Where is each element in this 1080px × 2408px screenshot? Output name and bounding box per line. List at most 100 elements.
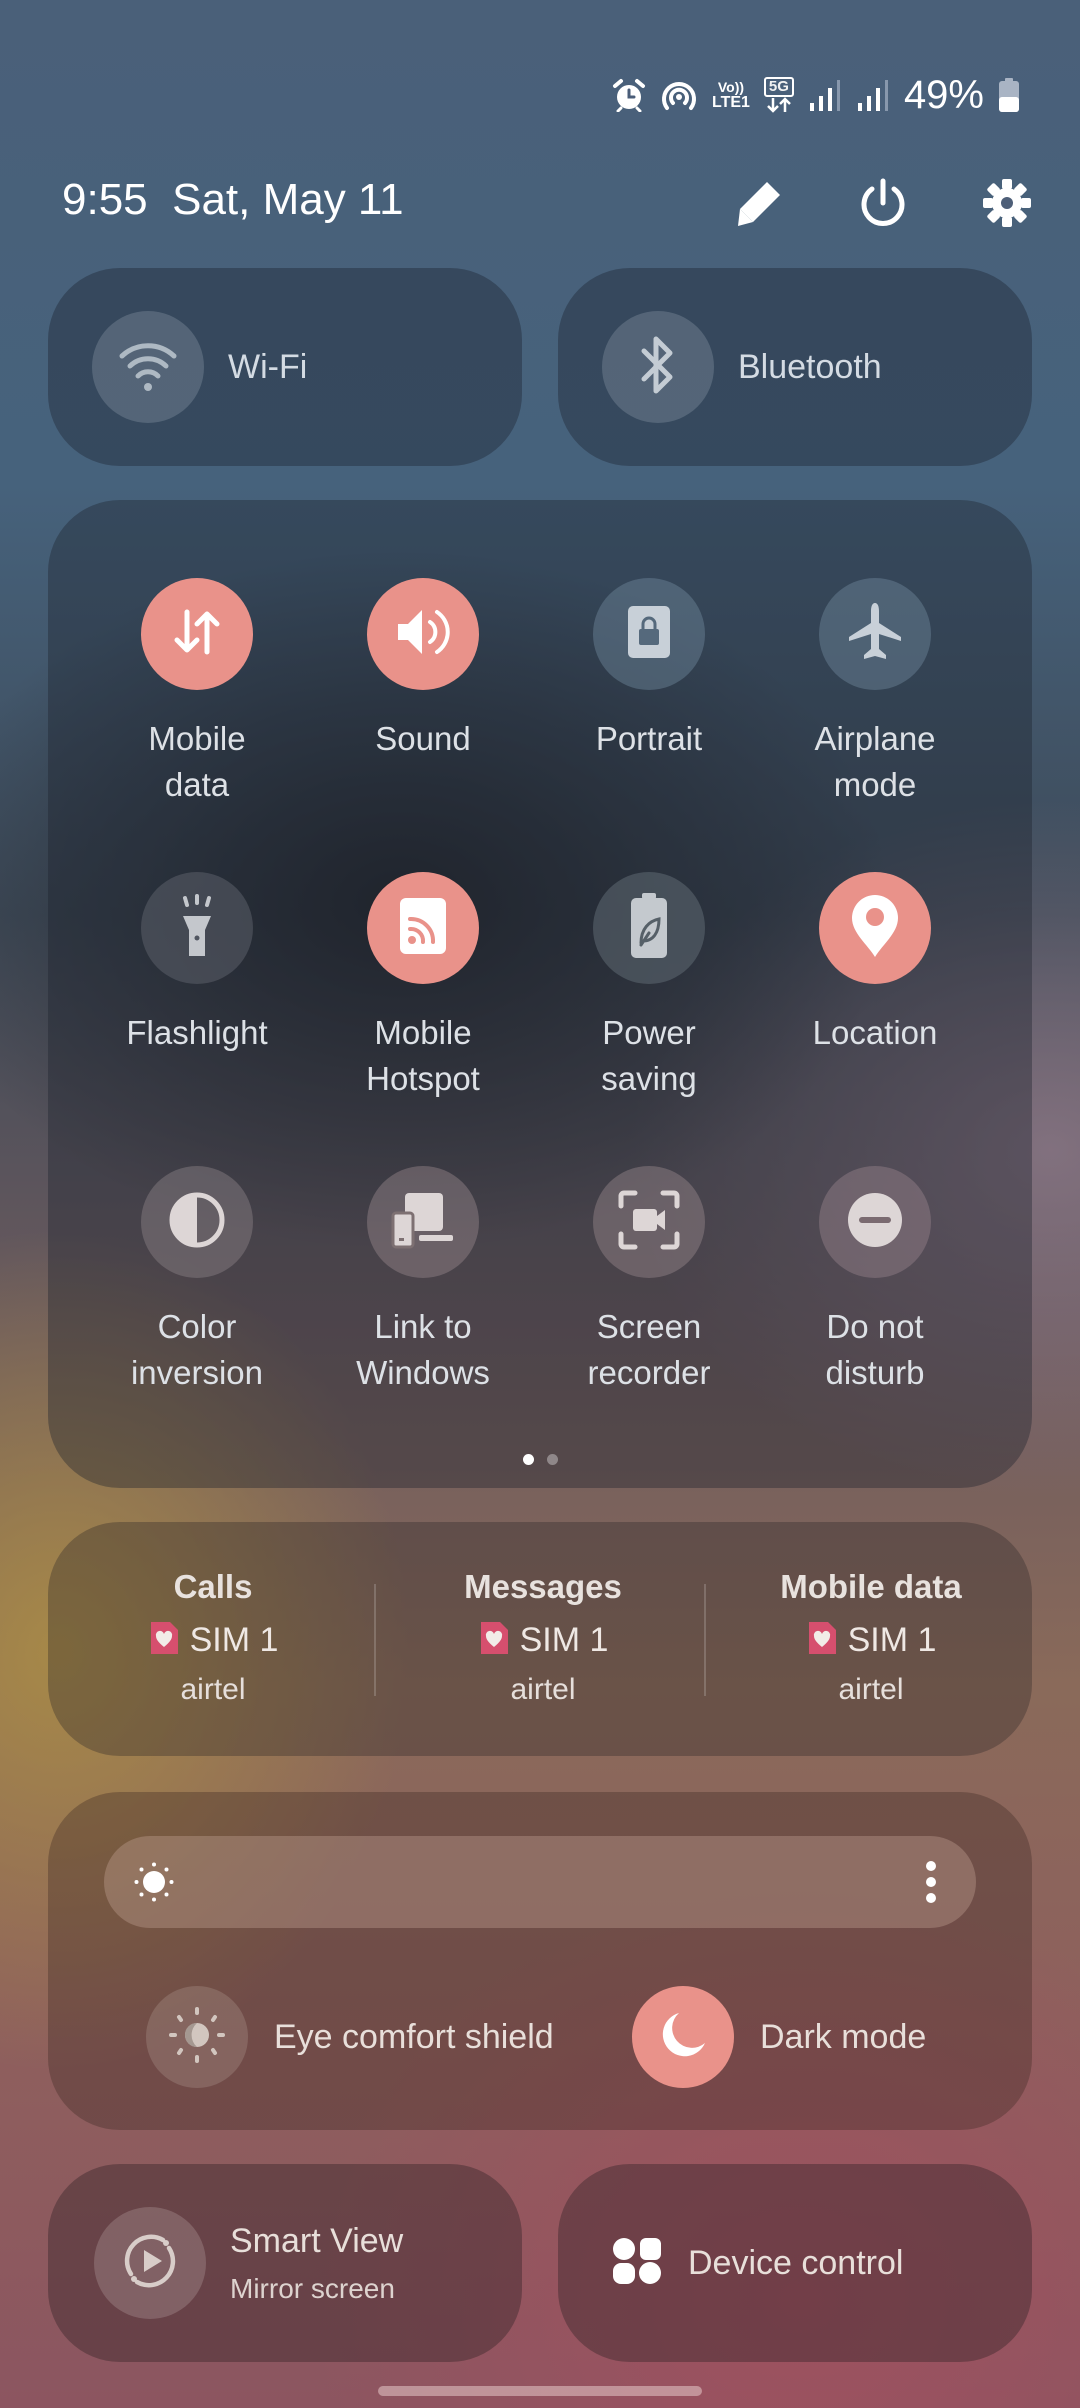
flashlight-icon xyxy=(175,893,219,963)
wifi-icon xyxy=(118,338,178,397)
qs-sound[interactable]: Sound xyxy=(310,578,536,762)
power-saving-toggle[interactable] xyxy=(593,872,705,984)
eye-comfort-icon xyxy=(168,2006,226,2069)
qs-label-line2: Hotspot xyxy=(366,1060,480,1097)
flashlight-toggle[interactable] xyxy=(141,872,253,984)
sim-calls[interactable]: Calls SIM 1 airtel xyxy=(48,1522,378,1707)
device-control-label: Device control xyxy=(688,2243,904,2282)
qs-label-line2: saving xyxy=(601,1060,697,1097)
brightness-slider[interactable] xyxy=(104,1836,976,1928)
qs-label-line2: recorder xyxy=(587,1354,711,1391)
header-datetime[interactable]: 9:55 Sat, May 11 xyxy=(62,175,404,225)
do-not-disturb-icon xyxy=(845,1190,905,1255)
qs-screen-recorder[interactable]: Screen recorder xyxy=(536,1166,762,1396)
brightness-panel: Eye comfort shield Dark mode xyxy=(48,1792,1032,2130)
lte1-label: LTE1 xyxy=(712,94,750,111)
more-vertical-icon[interactable] xyxy=(924,1860,938,1909)
eye-comfort-toggle[interactable]: Eye comfort shield xyxy=(146,1986,554,2088)
pencil-icon xyxy=(734,178,784,233)
settings-button[interactable] xyxy=(972,170,1042,240)
qs-label-line1: Do not xyxy=(826,1308,924,1345)
gesture-nav-handle[interactable] xyxy=(378,2386,702,2396)
sim-manager-panel[interactable]: Calls SIM 1 airtel Messages SIM 1 airtel… xyxy=(48,1522,1032,1756)
do-not-disturb-toggle[interactable] xyxy=(819,1166,931,1278)
qs-airplane-mode[interactable]: Airplane mode xyxy=(762,578,988,808)
sim-mobile-data[interactable]: Mobile data SIM 1 airtel xyxy=(706,1522,1036,1707)
dark-mode-toggle[interactable]: Dark mode xyxy=(632,1986,926,2088)
mobile-hotspot-toggle[interactable] xyxy=(367,872,479,984)
color-inversion-icon xyxy=(167,1190,227,1255)
sim-carrier: airtel xyxy=(838,1673,904,1706)
qs-label-line1: Link to xyxy=(374,1308,472,1345)
qs-portrait[interactable]: Portrait xyxy=(536,578,762,762)
location-icon xyxy=(850,893,900,964)
bluetooth-toggle[interactable] xyxy=(602,311,714,423)
qs-label-line2: disturb xyxy=(825,1354,925,1391)
gear-icon xyxy=(981,177,1033,234)
qs-label-line1: Location xyxy=(812,1014,938,1051)
screen-recorder-toggle[interactable] xyxy=(593,1166,705,1278)
qs-label-line2: Windows xyxy=(356,1354,490,1391)
link-to-windows-toggle[interactable] xyxy=(367,1166,479,1278)
qs-color-inversion[interactable]: Color inversion xyxy=(84,1166,310,1396)
device-control-icon xyxy=(612,2237,662,2290)
dark-mode-label: Dark mode xyxy=(760,2017,927,2056)
qs-mobile-data[interactable]: Mobile data xyxy=(84,578,310,808)
hotspot-icon xyxy=(398,896,448,961)
mobile-data-toggle[interactable] xyxy=(141,578,253,690)
sim-carrier: airtel xyxy=(180,1673,246,1706)
qs-label-line1: Airplane xyxy=(814,720,936,757)
qs-link-to-windows[interactable]: Link to Windows xyxy=(310,1166,536,1396)
device-control-tile[interactable]: Device control xyxy=(558,2164,1032,2362)
bluetooth-tile[interactable]: Bluetooth xyxy=(558,268,1032,466)
qs-mobile-hotspot[interactable]: Mobile Hotspot xyxy=(310,872,536,1102)
date-label[interactable]: Sat, May 11 xyxy=(172,175,404,224)
airplane-mode-toggle[interactable] xyxy=(819,578,931,690)
smart-view-button[interactable] xyxy=(94,2207,206,2319)
link-to-windows-icon xyxy=(391,1191,455,1254)
sim-card-icon xyxy=(148,1620,180,1661)
qs-location[interactable]: Location xyxy=(762,872,988,1056)
portrait-lock-icon xyxy=(626,604,672,665)
screen-recorder-icon xyxy=(617,1190,681,1255)
clock-time[interactable]: 9:55 xyxy=(62,175,148,224)
sim-section-title: Mobile data xyxy=(780,1568,962,1605)
wifi-label: Wi-Fi xyxy=(228,347,308,386)
edit-button[interactable] xyxy=(724,170,794,240)
location-toggle[interactable] xyxy=(819,872,931,984)
signal-sim2-icon xyxy=(856,79,890,111)
sim-name: SIM 1 xyxy=(189,1621,279,1659)
page-dot-1[interactable] xyxy=(522,1454,534,1465)
color-inversion-toggle[interactable] xyxy=(141,1166,253,1278)
bluetooth-label: Bluetooth xyxy=(738,347,882,386)
qs-do-not-disturb[interactable]: Do not disturb xyxy=(762,1166,988,1396)
sim-messages[interactable]: Messages SIM 1 airtel xyxy=(378,1522,708,1707)
smart-view-sublabel: Mirror screen xyxy=(230,2272,395,2304)
qs-label-line2: inversion xyxy=(130,1354,264,1391)
wifi-toggle[interactable] xyxy=(92,311,204,423)
qs-label-line1: Sound xyxy=(375,720,471,757)
qs-flashlight[interactable]: Flashlight xyxy=(84,872,310,1056)
bluetooth-icon xyxy=(638,333,678,402)
volte-label: Vo)) xyxy=(717,79,745,95)
qs-power-saving[interactable]: Power saving xyxy=(536,872,762,1102)
volte-lte1-icon: Vo)) LTE1 xyxy=(712,79,750,111)
dark-mode-button[interactable] xyxy=(632,1986,734,2088)
eye-comfort-label: Eye comfort shield xyxy=(274,2017,554,2056)
sim-name: SIM 1 xyxy=(847,1621,937,1659)
sound-toggle[interactable] xyxy=(367,578,479,690)
smart-view-tile[interactable]: Smart View Mirror screen xyxy=(48,2164,522,2362)
sound-icon xyxy=(392,604,454,665)
status-bar: Vo)) LTE1 5G 49% xyxy=(612,70,1020,120)
page-indicator[interactable] xyxy=(48,1454,1032,1465)
dark-mode-moon-icon xyxy=(657,2009,709,2066)
qs-label-line2: mode xyxy=(833,766,917,803)
power-button[interactable] xyxy=(848,170,918,240)
alarm-icon xyxy=(612,78,646,112)
portrait-toggle[interactable] xyxy=(593,578,705,690)
wifi-tile[interactable]: Wi-Fi xyxy=(48,268,522,466)
qs-label-line1: Mobile xyxy=(374,1014,472,1051)
page-dot-2[interactable] xyxy=(546,1454,558,1465)
mobile-data-icon xyxy=(169,604,225,665)
eye-comfort-button[interactable] xyxy=(146,1986,248,2088)
